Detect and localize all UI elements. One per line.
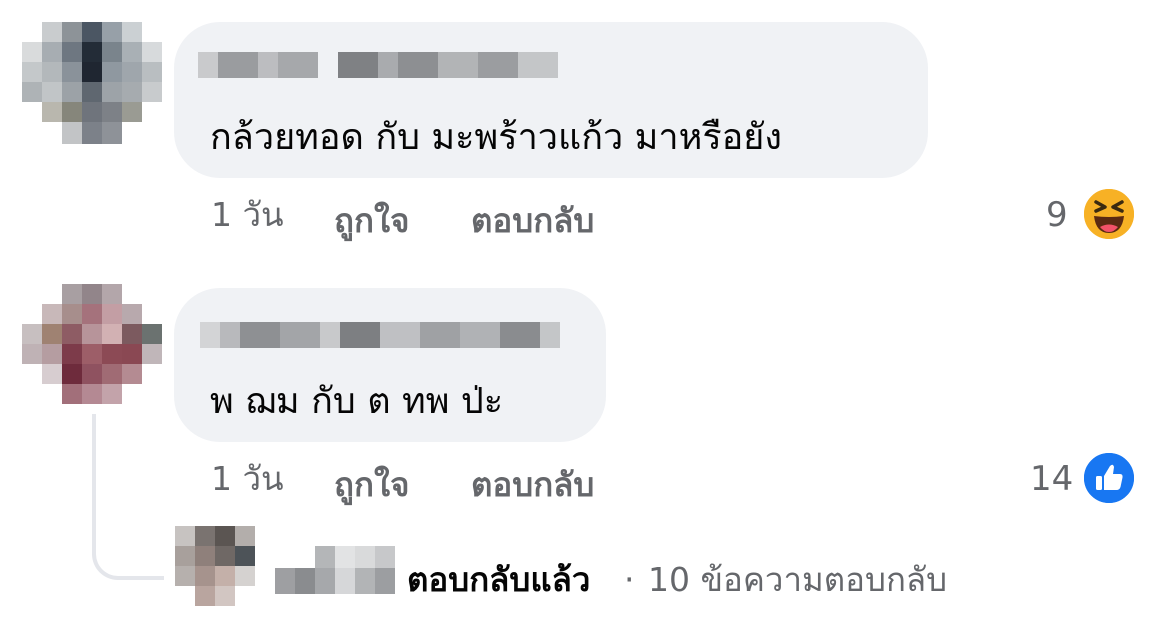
comment-text: พ ฌม กับ ต ทพ ป่ะ (210, 381, 504, 422)
comment-timestamp[interactable]: 1 วัน (211, 462, 284, 495)
replied-label[interactable]: ตอบกลับแล้ว (407, 563, 590, 596)
avatar[interactable] (175, 526, 255, 606)
avatar[interactable] (22, 284, 162, 404)
reply-button[interactable]: ตอบกลับ (471, 204, 594, 237)
like-button[interactable]: ถูกใจ (334, 468, 409, 501)
blurred-author-name[interactable] (275, 568, 395, 594)
blurred-author-name-top (315, 546, 395, 568)
reply-thread-line (92, 414, 164, 580)
reaction-count[interactable]: 14 (1030, 462, 1073, 496)
blurred-author-name[interactable] (200, 322, 580, 348)
haha-emoji-icon[interactable] (1081, 186, 1137, 242)
separator-dot: · (624, 560, 635, 599)
blurred-author-name[interactable] (198, 52, 578, 78)
like-thumb-icon[interactable] (1081, 450, 1137, 506)
reply-count-link[interactable]: 10 ข้อความตอบกลับ (648, 563, 947, 596)
comment-text: กล้วยทอด กับ มะพร้าวแก้ว มาหรือยัง (210, 117, 782, 158)
reaction-count[interactable]: 9 (1046, 198, 1068, 232)
reply-button[interactable]: ตอบกลับ (471, 468, 594, 501)
like-button[interactable]: ถูกใจ (334, 204, 409, 237)
comment-bubble: กล้วยทอด กับ มะพร้าวแก้ว มาหรือยัง (174, 22, 928, 178)
avatar[interactable] (22, 22, 162, 146)
comment-timestamp[interactable]: 1 วัน (211, 198, 284, 231)
comment-bubble: พ ฌม กับ ต ทพ ป่ะ (174, 288, 606, 442)
